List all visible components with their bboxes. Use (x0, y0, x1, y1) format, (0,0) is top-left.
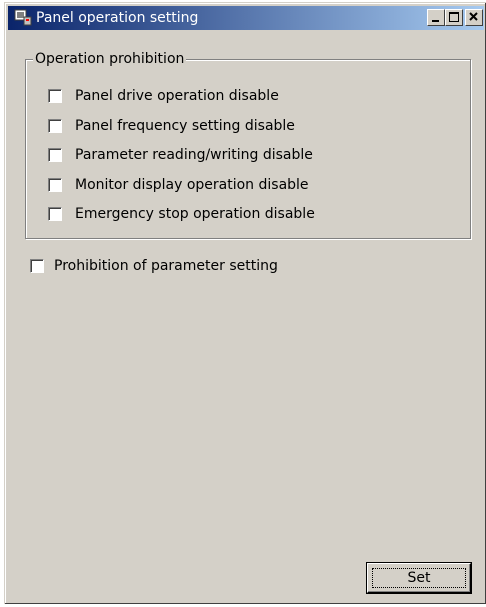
checkbox-box[interactable] (48, 207, 62, 221)
minimize-icon (432, 20, 439, 22)
operation-prohibition-label: Operation prohibition (33, 51, 187, 67)
checkbox-label: Monitor display operation disable (75, 177, 309, 193)
parameter-reading-writing-disable-checkbox[interactable]: Parameter reading/writing disable (48, 146, 313, 164)
checkbox-box[interactable] (48, 89, 62, 103)
emergency-stop-operation-disable-checkbox[interactable]: Emergency stop operation disable (48, 205, 315, 223)
title-bar[interactable]: Panel operation setting (8, 6, 484, 30)
checkbox-label: Panel drive operation disable (75, 88, 279, 104)
maximize-icon (449, 12, 459, 22)
checkbox-label: Prohibition of parameter setting (54, 258, 278, 274)
checkbox-box[interactable] (48, 178, 62, 192)
prohibition-of-parameter-setting-checkbox[interactable]: Prohibition of parameter setting (30, 257, 278, 275)
checkbox-box[interactable] (48, 148, 62, 162)
checkbox-box[interactable] (30, 259, 44, 273)
set-button-label: Set (407, 570, 431, 586)
checkbox-label: Panel frequency setting disable (75, 118, 295, 134)
minimize-button[interactable] (427, 9, 445, 26)
maximize-button[interactable] (445, 9, 463, 26)
set-button[interactable]: Set (367, 563, 471, 593)
close-icon (469, 12, 478, 21)
checkbox-label: Parameter reading/writing disable (75, 147, 313, 163)
window-title: Panel operation setting (36, 10, 199, 26)
checkbox-label: Emergency stop operation disable (75, 206, 315, 222)
panel-frequency-setting-disable-checkbox[interactable]: Panel frequency setting disable (48, 117, 295, 135)
application-icon[interactable] (14, 9, 32, 26)
close-button[interactable] (465, 9, 483, 26)
monitor-display-operation-disable-checkbox[interactable]: Monitor display operation disable (48, 176, 309, 194)
checkbox-box[interactable] (48, 119, 62, 133)
panel-drive-operation-disable-checkbox[interactable]: Panel drive operation disable (48, 87, 279, 105)
